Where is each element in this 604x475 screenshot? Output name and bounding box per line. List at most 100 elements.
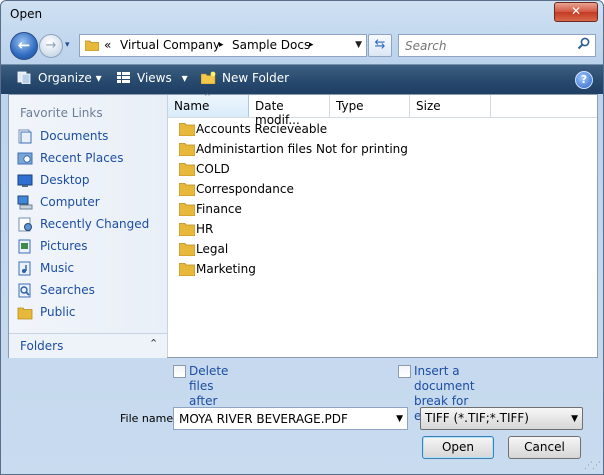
dialog-body: Favorite Links Documents Recent Places D… [8,92,598,358]
help-icon: ? [580,73,588,86]
searches-icon [18,283,31,298]
nav-item-music[interactable]: Music [15,259,163,279]
file-item[interactable]: Correspondance [174,179,434,199]
back-button[interactable]: ← [10,32,38,60]
open-button[interactable]: Open [422,436,494,459]
search-input[interactable] [403,38,572,54]
new-folder-button[interactable]: New Folder [201,71,289,85]
folder-icon [179,163,195,176]
file-name-label: File name: [120,412,177,425]
file-type-select[interactable]: TIFF (*.TIF;*.TIFF) ▼ [420,407,583,430]
folder-icon [179,243,195,256]
folders-toggle[interactable]: Folders ⌃ [9,333,167,358]
file-item-name: COLD [196,162,230,176]
command-toolbar: Organize ▾ Views ▾ New Folder ? [1,64,603,94]
nav-item-label: Recent Places [40,151,124,165]
cancel-button[interactable]: Cancel [508,436,581,459]
computer-icon [17,195,33,210]
public-icon [17,307,33,320]
file-item[interactable]: Marketing [174,259,434,279]
dialog-title: Open [10,7,43,21]
nav-item-computer[interactable]: Computer [15,193,163,213]
file-item-name: Accounts Recieveable [196,122,328,136]
breadcrumb-separator[interactable]: ▸ [309,40,314,50]
refresh-button[interactable]: ⇆ [368,34,392,57]
organize-icon [17,71,31,84]
documents-icon [18,129,32,144]
breadcrumb-sample-docs[interactable]: Sample Docs [232,38,310,52]
nav-item-searches[interactable]: Searches [15,281,163,301]
file-name-dropdown-icon[interactable]: ▼ [396,414,403,424]
forward-arrow-icon: → [45,38,57,53]
views-dropdown-icon: ▾ [181,71,188,85]
back-arrow-icon: ← [17,36,31,54]
pictures-icon [18,239,31,254]
file-item[interactable]: COLD [174,159,434,179]
organize-label: Organize [38,71,92,85]
file-list-pane: ^ Name Date modif... Type Size Accounts … [168,92,597,357]
address-dropdown-icon[interactable]: ▼ [355,40,362,50]
chevron-up-icon: ⌃ [149,337,159,350]
search-box[interactable] [398,34,596,57]
file-item[interactable]: HR [174,219,434,239]
file-item-name: Finance [196,202,242,216]
folder-icon [179,143,195,156]
forward-button[interactable]: → [39,34,63,58]
refresh-icon: ⇆ [374,37,386,52]
nav-item-label: Public [40,305,76,319]
help-button[interactable]: ? [575,71,593,89]
organize-dropdown-icon: ▾ [95,71,102,85]
address-bar[interactable]: « Virtual Company ▸ Sample Docs ▸ ▼ [79,34,367,57]
nav-item-recent-places[interactable]: Recent Places [15,149,163,169]
new-folder-icon [201,71,216,84]
file-item-name: Administartion files Not for printing [196,142,408,156]
file-item[interactable]: Administartion files Not for printing [174,139,434,159]
column-header-type[interactable]: Type [330,95,410,117]
file-name-combobox[interactable]: ▼ [173,407,408,430]
navigation-pane: Favorite Links Documents Recent Places D… [9,95,168,358]
close-button[interactable]: ✕ [554,2,598,22]
file-item[interactable]: Legal [174,239,434,259]
favorite-links-heading: Favorite Links [20,106,103,120]
folder-icon [179,203,195,216]
file-item-name: HR [196,222,214,236]
search-icon[interactable] [577,37,590,50]
nav-item-pictures[interactable]: Pictures [15,237,163,257]
nav-item-label: Documents [40,129,109,143]
file-name-input[interactable] [177,411,386,427]
views-menu[interactable]: Views ▾ [116,71,188,85]
nav-item-label: Desktop [40,173,90,187]
views-icon [117,72,130,83]
column-header-label: Name [174,99,210,113]
close-icon: ✕ [570,4,582,18]
folder-icon [179,183,195,196]
address-overflow[interactable]: « [104,38,111,52]
breadcrumb-virtual-company[interactable]: Virtual Company [120,38,220,52]
file-item[interactable]: Finance [174,199,434,219]
file-type-value: TIFF (*.TIF;*.TIFF) [425,411,529,425]
recently-changed-icon [18,217,32,232]
nav-item-label: Recently Changed [40,217,150,231]
column-header-name[interactable]: ^ Name [168,92,249,117]
column-header-row: ^ Name Date modif... Type Size [168,92,597,127]
column-header-size[interactable]: Size [410,95,491,117]
column-header-date-modified[interactable]: Date modif... [249,95,330,127]
file-item[interactable]: Accounts Recieveable [174,119,434,139]
nav-item-desktop[interactable]: Desktop [15,171,163,191]
folders-label: Folders [20,339,64,353]
nav-item-documents[interactable]: Documents [15,127,163,147]
folder-icon [179,123,195,136]
resize-grip-icon[interactable]: ⋰⋰ [584,461,601,471]
folder-icon [179,263,195,276]
delete-files-checkbox[interactable] [173,365,186,378]
views-label: Views [137,71,172,85]
folder-icon [179,223,195,236]
nav-item-public[interactable]: Public [15,303,163,323]
organize-menu[interactable]: Organize ▾ [17,71,102,85]
file-item-name: Legal [196,242,229,256]
file-item-name: Marketing [196,262,256,276]
history-dropdown-icon[interactable]: ▾ [65,40,70,50]
document-break-checkbox[interactable] [398,365,411,378]
breadcrumb-separator[interactable]: ▸ [219,40,224,50]
nav-item-recently-changed[interactable]: Recently Changed [15,215,163,235]
